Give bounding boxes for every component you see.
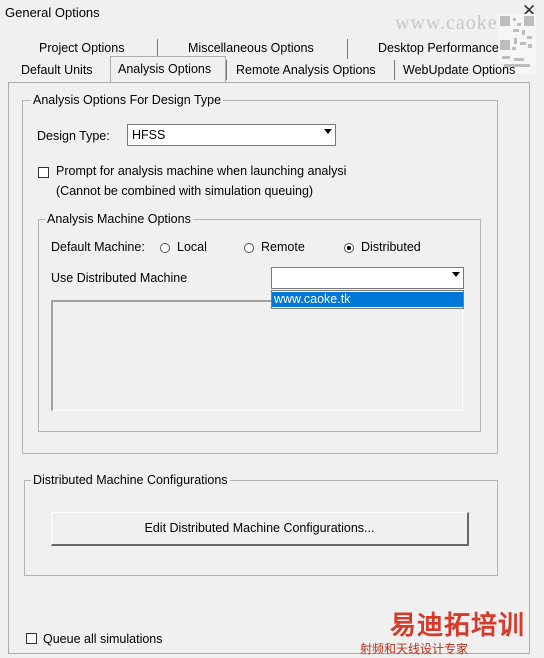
radio-distributed[interactable] <box>344 243 354 253</box>
watermark-brand: 易迪拓培训 <box>390 610 526 640</box>
tab-desktop-performance[interactable]: Desktop Performance <box>378 41 499 55</box>
chevron-down-icon <box>452 272 460 277</box>
design-type-group-legend: Analysis Options For Design Type <box>31 93 224 107</box>
tab-analysis-options-label: Analysis Options <box>118 62 212 76</box>
machine-options-legend: Analysis Machine Options <box>45 212 193 226</box>
tab-remote-analysis-options[interactable]: Remote Analysis Options <box>236 63 376 77</box>
radio-distributed-label: Distributed <box>361 240 421 254</box>
watermark-brand-sub: 射频和天线设计专家 <box>360 642 469 656</box>
radio-remote-label: Remote <box>261 240 305 254</box>
radio-remote[interactable] <box>244 243 254 253</box>
window-title: General Options <box>5 5 100 20</box>
radio-local-label: Local <box>177 240 207 254</box>
default-machine-label: Default Machine: <box>51 240 145 254</box>
tab-default-units[interactable]: Default Units <box>21 63 93 77</box>
prompt-label: Prompt for analysis machine when launchi… <box>56 164 347 178</box>
edit-distributed-configurations-button[interactable]: Edit Distributed Machine Configurations.… <box>51 512 469 546</box>
design-type-label: Design Type: <box>37 129 110 143</box>
distributed-config-legend: Distributed Machine Configurations <box>31 473 230 487</box>
distributed-machine-dropdown: www.caoke.tk <box>271 290 464 309</box>
tab-separator <box>394 60 395 80</box>
design-type-value: HFSS <box>132 128 166 142</box>
queue-all-checkbox[interactable] <box>26 633 37 644</box>
chevron-down-icon <box>324 129 332 134</box>
prompt-checkbox[interactable] <box>38 167 49 178</box>
tab-analysis-options[interactable]: Analysis Options <box>110 56 226 83</box>
queue-all-label: Queue all simulations <box>43 632 163 646</box>
radio-local[interactable] <box>160 243 170 253</box>
tab-separator <box>226 60 227 80</box>
tab-miscellaneous-options[interactable]: Miscellaneous Options <box>188 41 314 55</box>
distributed-machine-select[interactable] <box>271 267 464 289</box>
tab-separator <box>347 39 348 59</box>
tab-project-options[interactable]: Project Options <box>39 41 124 55</box>
use-distributed-label: Use Distributed Machine <box>51 271 188 285</box>
dropdown-option[interactable]: www.caoke.tk <box>272 292 463 307</box>
prompt-note: (Cannot be combined with simulation queu… <box>56 184 314 198</box>
tab-webupdate-options[interactable]: WebUpdate Options <box>403 63 515 77</box>
design-type-select[interactable]: HFSS <box>127 124 336 146</box>
distributed-machine-list[interactable] <box>51 300 463 411</box>
